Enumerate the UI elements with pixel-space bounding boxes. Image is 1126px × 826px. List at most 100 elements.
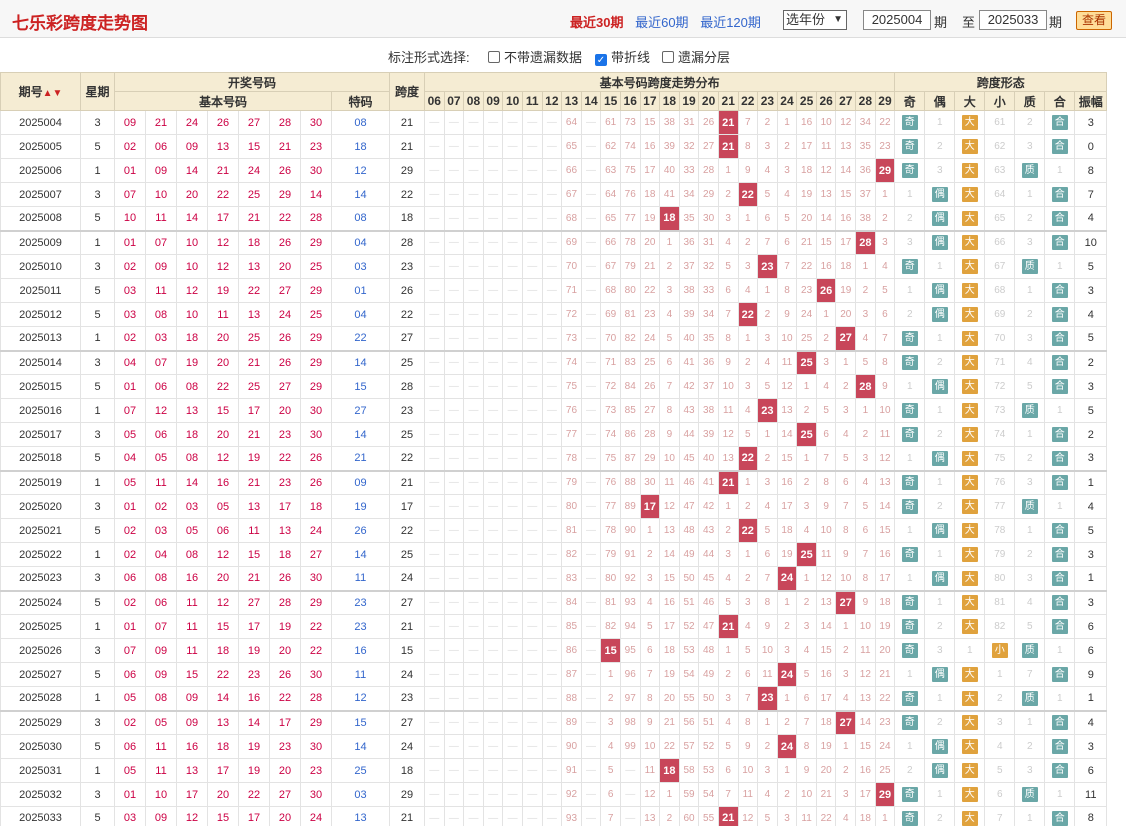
span-distribution-cell: 1 [835, 734, 857, 759]
table-row: 2025021 5 02 03 05 06 11 13 24 26 22— — — — — — —81—78 90… [0, 518, 1108, 543]
option-layered[interactable]: 遗漏分层 [662, 47, 730, 66]
form-tag: 大 [961, 187, 978, 202]
span-distribution-cell: — [580, 662, 602, 687]
span-distribution-cell: — [443, 302, 465, 327]
link-recent-30[interactable]: 最近30期 [570, 15, 623, 30]
form-tag: 偶 [931, 307, 948, 322]
span-distribution-cell: 16 [776, 470, 798, 495]
span-distribution-cell: 98 [619, 710, 641, 735]
basic-number-cell: 09 [114, 110, 146, 135]
basic-number-cell: 12 [207, 230, 239, 255]
weekday-cell: 1 [80, 158, 115, 183]
span-distribution-cell: 18 [815, 710, 837, 735]
span-distribution-cell: — [463, 566, 484, 592]
period-cell: 2025015 [0, 374, 81, 399]
span-distribution-cell: — [541, 182, 563, 207]
span-distribution-cell: 9 [855, 590, 876, 615]
query-button[interactable]: 查看 [1076, 11, 1112, 30]
basic-number-cell: 21 [269, 134, 301, 159]
form-cell: 偶 [924, 278, 956, 303]
form-tag: 大 [961, 570, 978, 586]
span-distribution-cell: 81 [561, 518, 582, 543]
span-distribution-cell: — [502, 542, 523, 567]
option-polyline[interactable]: ✓ 带折线 [595, 47, 650, 66]
span-distribution-cell: — [443, 734, 465, 759]
form-cell: 2 [924, 710, 956, 735]
span-distribution-cell: 5 [815, 398, 837, 423]
basic-number-cell: 11 [145, 470, 177, 495]
span-distribution-cell: — [424, 470, 445, 495]
span-distribution-cell: — [482, 302, 504, 327]
col-header-span-value: 21 [717, 91, 739, 111]
basic-number-cell: 07 [145, 230, 177, 255]
basic-number-cell: 18 [300, 494, 332, 519]
span-distribution-cell: 2 [776, 710, 798, 735]
form-cell: 2 [1014, 206, 1046, 232]
span-distribution-cell: — [443, 758, 465, 783]
basic-number-cell: 10 [176, 230, 208, 255]
span-distribution-cell: 2 [776, 134, 798, 159]
span-distribution-cell: — [424, 134, 445, 159]
span-distribution-cell: 5 [757, 806, 778, 826]
span-distribution-cell: — [580, 614, 602, 639]
span-distribution-cell: 72 [561, 302, 582, 327]
link-recent-120[interactable]: 最近120期 [700, 15, 761, 30]
span-distribution-cell: — [443, 278, 465, 303]
span-distribution-cell: 70 [561, 254, 582, 279]
span-distribution-cell: — [580, 182, 602, 207]
link-recent-60[interactable]: 最近60期 [635, 15, 688, 30]
span-distribution-cell: — [443, 662, 465, 687]
form-cell: 大 [954, 230, 986, 255]
form-cell: 1 [924, 686, 956, 712]
period-cell: 2025032 [0, 782, 81, 807]
period-from-input[interactable]: 2025004 [863, 10, 931, 30]
span-distribution-cell: 1 [855, 398, 876, 423]
form-tag: 合 [1051, 667, 1068, 682]
span-distribution-cell: 4 [835, 806, 857, 826]
span-distribution-cell: 30 [698, 206, 719, 232]
basic-number-cell: 17 [269, 494, 301, 519]
period-to-suffix: 期 [1049, 15, 1063, 30]
span-distribution-cell: — [580, 494, 602, 519]
period-cell: 2025018 [0, 446, 81, 472]
basic-number-cell: 15 [207, 398, 239, 423]
span-distribution-cell: — [521, 542, 543, 567]
checkbox-icon[interactable] [488, 51, 500, 63]
span-distribution-cell: 22 [639, 278, 661, 303]
span-distribution-cell: 32 [698, 254, 719, 279]
span-distribution-cell: — [463, 230, 484, 255]
span-distribution-cell: 84 [561, 590, 582, 615]
span-distribution-cell: 8 [737, 134, 759, 159]
form-tag: 大 [961, 139, 978, 154]
span-cell: 23 [389, 686, 425, 712]
span-distribution-cell: 7 [659, 374, 680, 399]
span-distribution-cell: 3 [757, 134, 778, 159]
year-select[interactable]: 选年份 ▼ [783, 10, 847, 30]
span-hit-cell: 23 [757, 254, 778, 279]
span-distribution-cell: 12 [815, 158, 837, 183]
form-tag: 偶 [931, 450, 948, 466]
table-row: 2025031 1 05 11 13 17 19 20 23 25 18— — — — — — —91—5—11… [0, 758, 1108, 783]
option-no-miss[interactable]: 不带遗漏数据 [488, 47, 582, 66]
span-cell: 24 [389, 734, 425, 759]
span-distribution-cell: — [580, 350, 602, 375]
span-distribution-cell: 47 [698, 614, 719, 639]
span-distribution-cell: 3 [757, 326, 778, 352]
span-distribution-cell: — [463, 350, 484, 375]
checkbox-checked-icon[interactable]: ✓ [595, 54, 607, 66]
weekday-cell: 5 [80, 374, 115, 399]
basic-number-cell: 20 [207, 350, 239, 375]
period-to-input[interactable]: 2025033 [979, 10, 1047, 30]
checkbox-icon[interactable] [662, 51, 674, 63]
span-distribution-cell: — [482, 110, 504, 135]
span-distribution-cell: — [482, 374, 504, 399]
span-distribution-cell: — [521, 710, 543, 735]
span-distribution-cell: — [482, 686, 504, 712]
period-cell: 2025026 [0, 638, 81, 663]
form-cell: 大 [954, 566, 986, 592]
span-distribution-cell: 74 [600, 422, 621, 447]
col-header-period[interactable]: 期号▲▼ [0, 72, 81, 111]
table-row: 2025014 3 04 07 19 20 21 26 29 14 25— — — — — — —74—71 83… [0, 350, 1108, 375]
span-distribution-cell: 8 [757, 590, 778, 615]
form-tag: 大 [961, 283, 978, 298]
